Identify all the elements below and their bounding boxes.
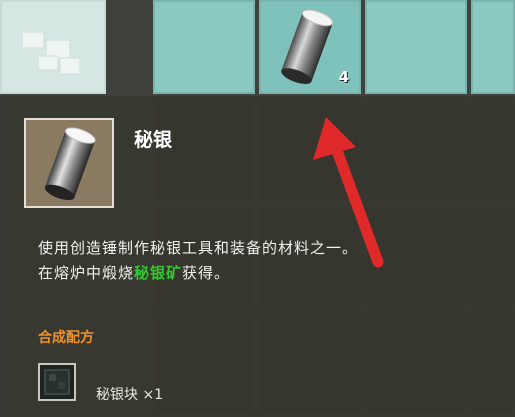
mithril-block-icon	[44, 369, 70, 395]
inventory-slot-blocks[interactable]	[0, 0, 106, 94]
mithril-ingot-icon	[281, 9, 334, 84]
highlight-ore-name: 秘银矿	[134, 264, 183, 282]
mithril-ingot-icon	[44, 127, 96, 201]
tooltip-description: 使用创造锤制作秘银工具和装备的材料之一。 在熔炉中煅烧秘银矿获得。	[38, 236, 498, 286]
stone-blocks-icon	[21, 31, 81, 75]
description-line-1: 使用创造锤制作秘银工具和装备的材料之一。	[38, 239, 359, 257]
inventory-slot-mithril[interactable]: 4	[259, 0, 361, 94]
tooltip-item-name: 秘银	[134, 129, 173, 151]
description-prefix: 在熔炉中煅烧	[38, 264, 135, 282]
recipe-header: 合成配方	[38, 330, 94, 346]
item-count-badge: 4	[338, 68, 349, 86]
inventory-slot[interactable]	[471, 0, 515, 94]
description-line-2: 在熔炉中煅烧秘银矿获得。	[38, 261, 498, 286]
tooltip-item-frame	[24, 118, 114, 208]
description-suffix: 获得。	[182, 264, 231, 282]
inventory-top-row: 4	[0, 0, 515, 96]
inventory-slot[interactable]	[153, 0, 255, 94]
inventory-slot[interactable]	[365, 0, 467, 94]
recipe-item-slot[interactable]	[38, 363, 76, 401]
recipe-item-label: 秘银块 ×1	[96, 387, 164, 403]
